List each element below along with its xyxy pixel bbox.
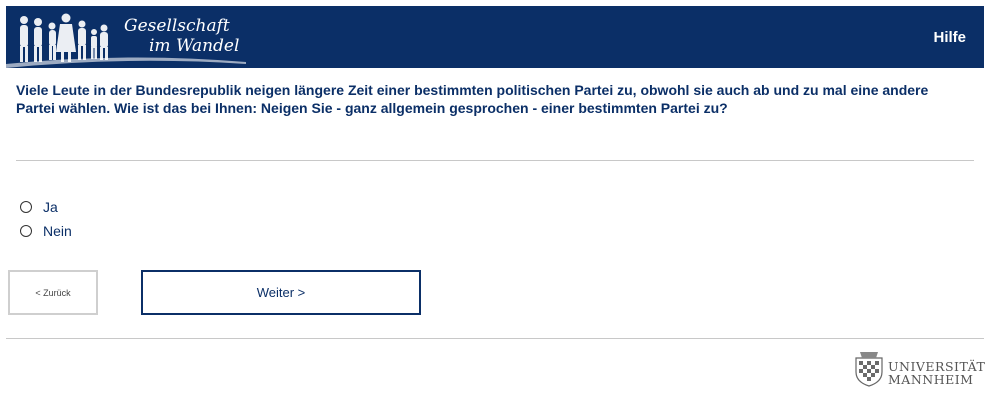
option-label: Nein — [43, 223, 72, 239]
brand-title-line2: im Wandel — [149, 36, 240, 56]
back-button[interactable]: < Zurück — [8, 270, 98, 315]
option-nein[interactable]: Nein — [20, 222, 72, 240]
option-ja[interactable]: Ja — [20, 198, 58, 216]
divider — [16, 160, 974, 161]
header-bar: Gesellschaft im Wandel Hilfe — [6, 6, 984, 68]
university-crest-icon — [855, 352, 883, 387]
radio-button[interactable] — [20, 201, 32, 213]
option-label: Ja — [43, 199, 58, 215]
question-text: Viele Leute in der Bundesrepublik neigen… — [16, 82, 929, 116]
brand-title-line1: Gesellschaft — [124, 16, 230, 36]
university-name-line2: MANNHEIM — [888, 372, 974, 387]
next-button[interactable]: Weiter > — [141, 270, 421, 315]
footer-divider — [6, 338, 984, 339]
radio-button[interactable] — [20, 225, 32, 237]
help-link[interactable]: Hilfe — [933, 29, 966, 46]
university-logo: UNIVERSITÄT MANNHEIM — [852, 350, 986, 390]
